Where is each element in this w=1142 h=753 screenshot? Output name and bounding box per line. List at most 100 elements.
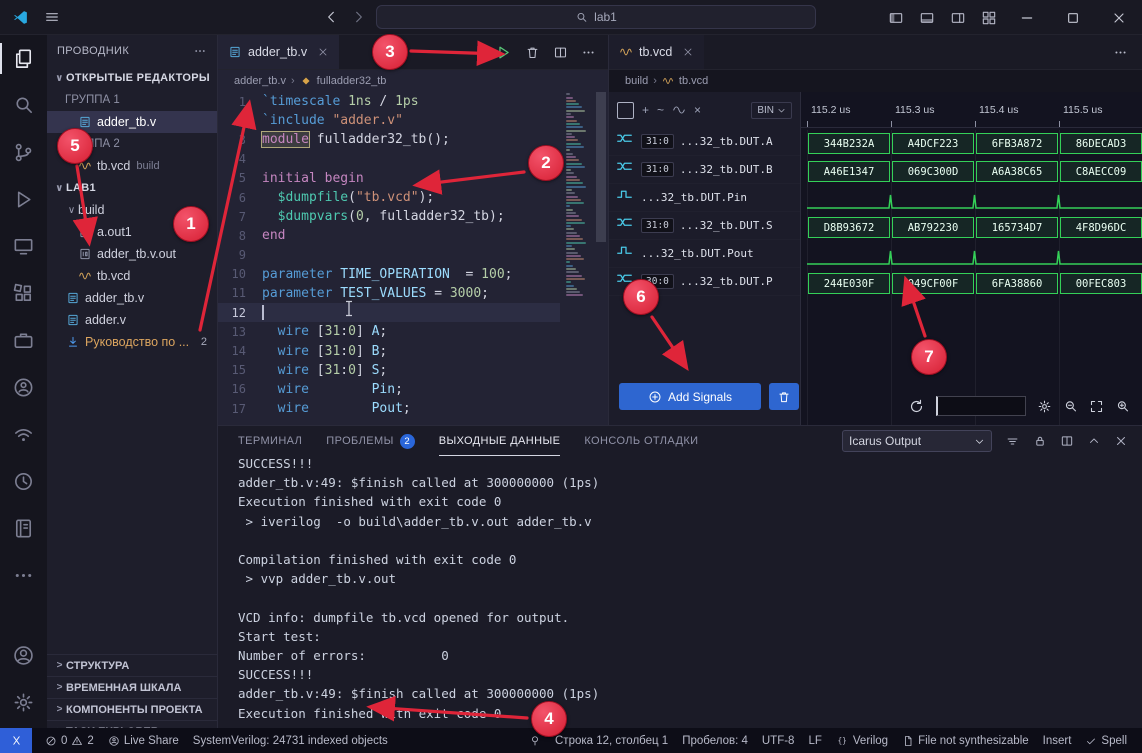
sidebar-more-icon[interactable] — [193, 44, 207, 58]
filter-icon[interactable] — [1005, 434, 1020, 449]
panel-tab[interactable]: ПРОБЛЕМЫ2 — [326, 426, 414, 456]
source-control-icon[interactable] — [0, 129, 47, 176]
close-icon[interactable] — [1096, 0, 1142, 35]
run-button-icon[interactable] — [495, 44, 512, 61]
maximize-icon[interactable] — [1050, 0, 1096, 35]
minimize-icon[interactable] — [1004, 0, 1050, 35]
menu-icon[interactable] — [44, 9, 60, 25]
eol-status[interactable]: LF — [801, 735, 828, 747]
wave-row[interactable]: D8B93672AB792230165734D74F8D96DC — [801, 214, 1142, 242]
code-line-13[interactable]: 13 wire [31:0] A; — [218, 322, 560, 341]
signal-item[interactable]: 31:0...32_tb.DUT.A — [609, 128, 800, 156]
notebook-icon[interactable] — [0, 505, 47, 552]
signal-item[interactable]: ...32_tb.DUT.Pout — [609, 240, 800, 268]
wave-linear-icon[interactable]: ~ — [657, 103, 664, 117]
wave-row[interactable]: 344B232AA4DCF2236FB3A87286DECAD3 — [801, 130, 1142, 158]
breadcrumb[interactable]: build › tb.vcd — [609, 70, 1142, 92]
close-tab-icon[interactable] — [682, 46, 694, 58]
tree-item[interactable]: ГРУППА 1 — [47, 89, 217, 111]
code-line-8[interactable]: 8end — [218, 226, 560, 245]
add-marker-icon[interactable]: + — [642, 103, 649, 117]
account-icon[interactable] — [0, 632, 47, 679]
tree-item[interactable]: adder.v — [47, 309, 217, 331]
code-line-11[interactable]: 11parameter TEST_VALUES = 3000; — [218, 284, 560, 303]
tree-item[interactable]: ∨ОТКРЫТЫЕ РЕДАКТОРЫ — [47, 67, 217, 89]
indentation-status[interactable]: Пробелов: 4 — [675, 735, 755, 747]
encoding-status[interactable]: UTF-8 — [755, 735, 802, 747]
explorer-icon[interactable] — [0, 35, 47, 82]
timeline-icon[interactable] — [0, 458, 47, 505]
code-lines[interactable]: 1`timescale 1ns / 1ps2`include "adder.v"… — [218, 92, 560, 425]
close-tab-icon[interactable] — [317, 46, 329, 58]
input-mode-status[interactable]: Insert — [1036, 735, 1079, 747]
signal-item[interactable]: 31:0...32_tb.DUT.S — [609, 212, 800, 240]
command-center-search[interactable]: lab1 — [376, 5, 816, 29]
nav-back-icon[interactable] — [324, 9, 340, 25]
add-signals-button[interactable]: Add Signals — [619, 383, 761, 410]
remove-signals-button[interactable] — [769, 383, 799, 410]
layout-sidebar-icon[interactable] — [880, 0, 911, 35]
code-line-14[interactable]: 14 wire [31:0] B; — [218, 341, 560, 360]
close-panel-icon[interactable] — [1114, 434, 1128, 448]
nav-forward-icon[interactable] — [350, 9, 366, 25]
more-icon[interactable] — [0, 552, 47, 599]
tree-item[interactable]: Руководство по ...2 — [47, 331, 217, 353]
language-status[interactable]: {} Verilog — [829, 734, 895, 747]
code-line-6[interactable]: 6 $dumpfile("tb.vcd"); — [218, 188, 560, 207]
wave-sine-icon[interactable] — [672, 103, 686, 117]
refresh-icon[interactable] — [908, 398, 925, 415]
project-manager-icon[interactable] — [0, 317, 47, 364]
code-line-3[interactable]: 3module fulladder32_tb(); — [218, 130, 560, 149]
chevron-up-icon[interactable] — [1087, 434, 1101, 448]
gear-icon[interactable] — [1037, 399, 1052, 414]
trash-icon[interactable] — [525, 45, 540, 60]
breadcrumb-file[interactable]: tb.vcd — [679, 75, 708, 87]
extensions-icon[interactable] — [0, 270, 47, 317]
wave-area[interactable]: 115.2 us115.3 us115.4 us115.5 us 344B232… — [801, 92, 1142, 425]
clear-icon[interactable]: × — [694, 103, 701, 117]
code-line-2[interactable]: 2`include "adder.v" — [218, 111, 560, 130]
zoom-out-icon[interactable] — [1063, 399, 1078, 414]
layout-customize-icon[interactable] — [973, 0, 1004, 35]
synthesis-status[interactable]: File not synthesizable — [895, 735, 1036, 747]
tab-tb-vcd[interactable]: tb.vcd — [609, 35, 704, 69]
code-line-1[interactable]: 1`timescale 1ns / 1ps — [218, 92, 560, 111]
wave-row[interactable]: 244E030F049CF00F6FA3886000FEC803 — [801, 270, 1142, 298]
sidebar-section-СТРУКТУРА[interactable]: >СТРУКТУРА — [47, 654, 217, 676]
terminal-output[interactable]: SUCCESS!!!adder_tb.v:49: $finish called … — [238, 454, 1132, 728]
code-line-15[interactable]: 15 wire [31:0] S; — [218, 361, 560, 380]
tree-item[interactable]: adder_tb.v.out — [47, 243, 217, 265]
wave-row[interactable] — [801, 186, 1142, 214]
breadcrumb-folder[interactable]: build — [625, 75, 648, 87]
breadcrumb-symbol[interactable]: fulladder32_tb — [317, 75, 387, 87]
search-icon[interactable] — [0, 82, 47, 129]
code-line-7[interactable]: 7 $dumpvars(0, fulladder32_tb); — [218, 207, 560, 226]
code-line-10[interactable]: 10parameter TIME_OPERATION = 100; — [218, 265, 560, 284]
layout-sidebar-right-icon[interactable] — [942, 0, 973, 35]
systemverilog-status[interactable]: SystemVerilog: 24731 indexed objects — [186, 735, 395, 747]
remote-explorer-icon[interactable] — [0, 223, 47, 270]
panel-tab[interactable]: ВЫХОДНЫЕ ДАННЫЕ — [439, 426, 561, 456]
live-share-status[interactable]: Live Share — [101, 735, 186, 747]
code-line-4[interactable]: 4 — [218, 150, 560, 169]
zoom-in-icon[interactable] — [1115, 399, 1130, 414]
settings-icon[interactable] — [0, 679, 47, 726]
split-editor-icon[interactable] — [553, 45, 568, 60]
sidebar-section-ВРЕМЕННАЯ ШКАЛА[interactable]: >ВРЕМЕННАЯ ШКАЛА — [47, 676, 217, 698]
run-debug-icon[interactable] — [0, 176, 47, 223]
tree-item[interactable]: ∨LAB1 — [47, 177, 217, 199]
output-channel-select[interactable]: Icarus Output — [842, 430, 992, 452]
code-line-12[interactable]: 12 — [218, 303, 560, 322]
layout-panel-icon[interactable] — [911, 0, 942, 35]
tab-adder-tb-v[interactable]: adder_tb.v — [218, 35, 339, 69]
lock-icon[interactable] — [1033, 434, 1047, 448]
editor-scrollbar[interactable] — [596, 92, 606, 425]
signal-item[interactable]: ...32_tb.DUT.Pin — [609, 184, 800, 212]
cursor-position-status[interactable]: Строка 12, столбец 1 — [548, 735, 675, 747]
selection-box-icon[interactable] — [617, 102, 634, 119]
split-panel-icon[interactable] — [1060, 434, 1074, 448]
radix-select[interactable]: BIN — [751, 102, 792, 119]
minimap[interactable] — [564, 92, 590, 417]
code-line-9[interactable]: 9 — [218, 246, 560, 265]
live-share-icon[interactable] — [0, 364, 47, 411]
